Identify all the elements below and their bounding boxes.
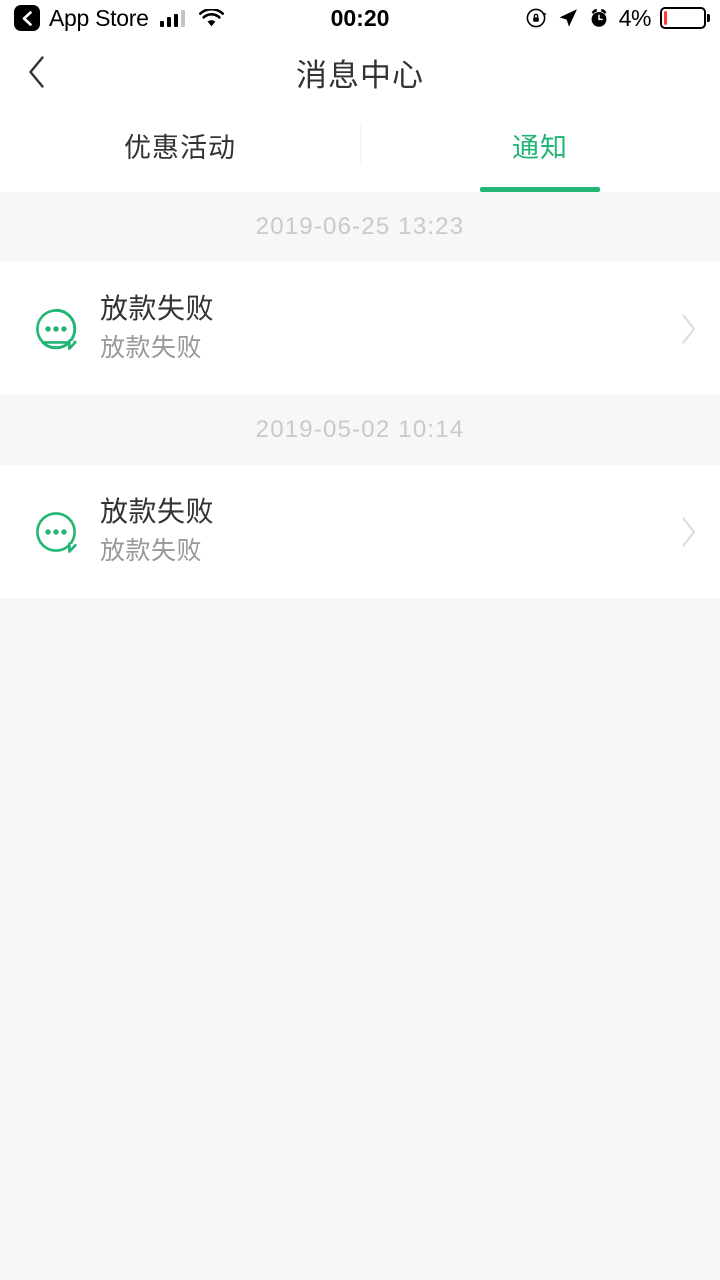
- battery-fill: [664, 11, 667, 25]
- back-app-label[interactable]: App Store: [49, 6, 149, 30]
- back-to-app-store-button[interactable]: [14, 5, 40, 31]
- list-item[interactable]: 放款失败 放款失败: [0, 262, 720, 395]
- back-button[interactable]: [0, 36, 74, 108]
- battery-percent-label: 4%: [618, 4, 652, 31]
- status-bar-right: 4%: [526, 5, 706, 32]
- chat-bubble-dots-icon: [32, 305, 80, 353]
- tab-active-indicator: [480, 187, 600, 192]
- page-title: 消息中心: [296, 57, 424, 93]
- chevron-left-badge-icon: [22, 10, 32, 26]
- status-bar: App Store 00:20 4%: [0, 0, 720, 36]
- rotation-lock-icon: [526, 8, 547, 28]
- empty-area: [0, 598, 720, 1280]
- list-item-title: 放款失败: [100, 496, 215, 528]
- tab-bar: 优惠活动 通知: [0, 108, 720, 192]
- wifi-icon: [199, 8, 225, 26]
- message-center-screen: App Store 00:20 4% 消息中心 优惠活动 通知 2019-06-…: [0, 0, 720, 1280]
- tab-notifications[interactable]: 通知: [360, 108, 720, 192]
- date-separator: 2019-06-25 13:23: [0, 192, 720, 262]
- list-item-text: 放款失败 放款失败: [100, 497, 658, 565]
- date-separator-label: 2019-06-25 13:23: [255, 213, 465, 240]
- chevron-right-icon: [658, 313, 698, 345]
- location-arrow-icon: [559, 9, 577, 27]
- nav-header: 消息中心: [0, 36, 720, 108]
- chevron-right-icon: [658, 516, 698, 548]
- date-separator-label: 2019-05-02 10:14: [255, 416, 465, 443]
- date-separator: 2019-05-02 10:14: [0, 395, 720, 465]
- list-item-title: 放款失败: [100, 293, 215, 325]
- list-item-subtitle: 放款失败: [100, 334, 203, 363]
- notification-list: 2019-06-25 13:23 放款失败 放款失败 2019-05-02 10…: [0, 192, 720, 598]
- chevron-left-icon: [29, 56, 44, 88]
- status-bar-left: App Store: [14, 5, 225, 31]
- tab-promotions[interactable]: 优惠活动: [0, 108, 360, 192]
- list-item-subtitle: 放款失败: [100, 537, 203, 566]
- alarm-clock-icon: [591, 9, 607, 27]
- tab-notifications-label: 通知: [512, 133, 568, 163]
- tab-promotions-label: 优惠活动: [124, 133, 236, 163]
- list-item[interactable]: 放款失败 放款失败: [0, 465, 720, 598]
- chat-bubble-dots-icon: [32, 508, 80, 556]
- list-item-text: 放款失败 放款失败: [100, 294, 658, 362]
- battery-icon: [660, 7, 706, 29]
- cellular-signal-icon: [159, 9, 186, 27]
